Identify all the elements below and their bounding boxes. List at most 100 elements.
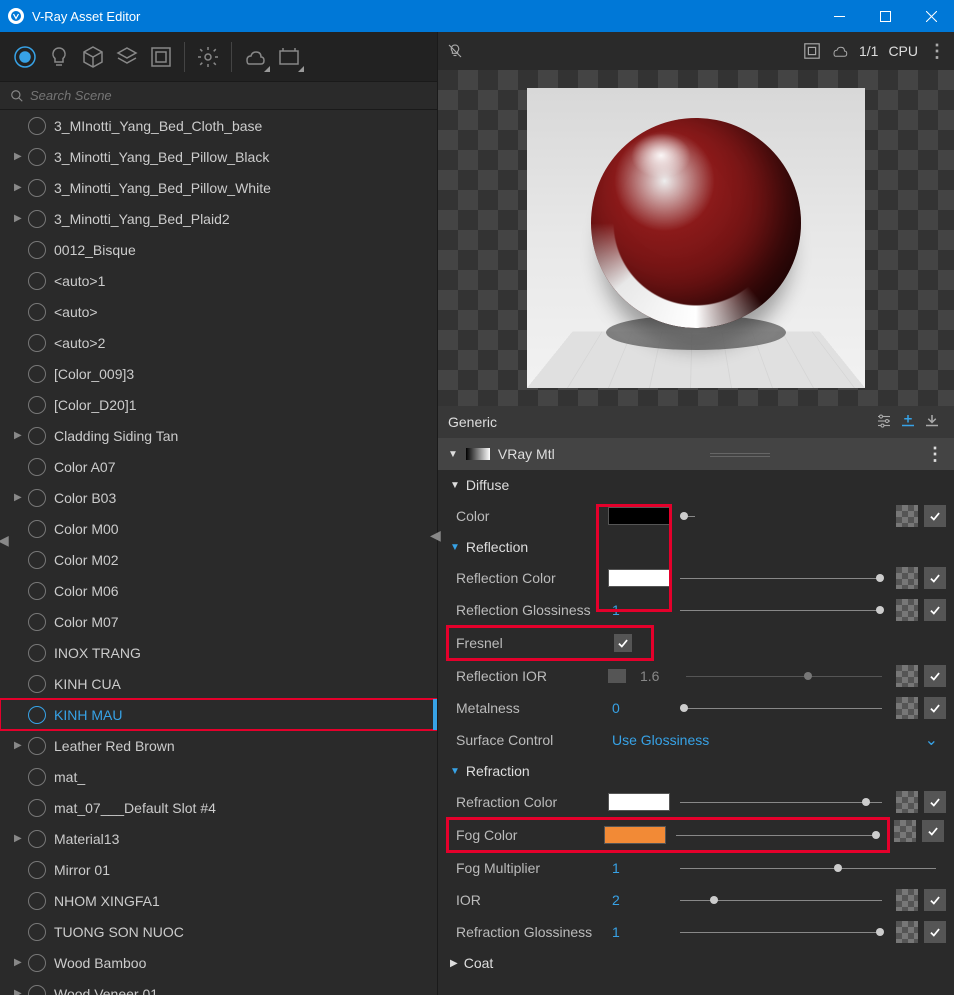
lights-tab[interactable] — [42, 40, 76, 74]
diffuse-slider[interactable] — [680, 507, 882, 525]
list-item[interactable]: ▶<auto>2 — [0, 327, 437, 358]
reflection-color-swatch[interactable] — [608, 569, 670, 587]
refraction-ior-slider[interactable] — [680, 891, 882, 909]
textures-tab[interactable] — [144, 40, 178, 74]
reflection-slider[interactable] — [680, 569, 882, 587]
refraction-color-swatch[interactable] — [608, 793, 670, 811]
search-input[interactable] — [30, 88, 427, 103]
metalness-slider[interactable] — [680, 699, 882, 717]
geometry-tab[interactable] — [76, 40, 110, 74]
sliders-icon[interactable] — [872, 412, 896, 433]
section-refraction[interactable]: ▼Refraction — [444, 756, 946, 786]
refraction-gloss-texture[interactable] — [896, 921, 918, 943]
list-item[interactable]: ▶Leather Red Brown — [0, 730, 437, 761]
reflection-gloss-check[interactable] — [924, 599, 946, 621]
reflection-ior-slider[interactable] — [686, 667, 882, 685]
list-item[interactable]: ▶Material13 — [0, 823, 437, 854]
fog-texture[interactable] — [894, 820, 916, 842]
reflection-ior-texture[interactable] — [896, 665, 918, 687]
chevron-down-icon[interactable]: ⌄ — [925, 730, 938, 750]
list-item[interactable]: ▶Color A07 — [0, 451, 437, 482]
material-list[interactable]: ▶3_MInotti_Yang_Bed_Cloth_base▶3_Minotti… — [0, 110, 437, 995]
reflection-ior-check[interactable] — [924, 665, 946, 687]
fog-mult-value[interactable]: 1 — [608, 860, 670, 876]
fog-check[interactable] — [922, 820, 944, 842]
minimize-button[interactable] — [816, 0, 862, 32]
list-item[interactable]: ▶mat_07___Default Slot #4 — [0, 792, 437, 823]
maximize-button[interactable] — [862, 0, 908, 32]
list-item[interactable]: ▶[Color_009]3 — [0, 358, 437, 389]
list-item[interactable]: ▶3_Minotti_Yang_Bed_Plaid2 — [0, 203, 437, 234]
render-tab[interactable] — [238, 40, 272, 74]
diffuse-check[interactable] — [924, 505, 946, 527]
refraction-ior-value[interactable]: 2 — [608, 892, 670, 908]
refraction-gloss-value[interactable]: 1 — [608, 924, 670, 940]
collapse-left-icon[interactable]: ◀ — [0, 532, 9, 549]
list-item[interactable]: ▶Wood Veneer 01 — [0, 978, 437, 995]
reflection-texture[interactable] — [896, 567, 918, 589]
fog-mult-slider[interactable] — [680, 859, 936, 877]
list-item[interactable]: ▶Wood Bamboo — [0, 947, 437, 978]
list-item[interactable]: ▶NHOM XINGFA1 — [0, 885, 437, 916]
list-item[interactable]: ▶KINH CUA — [0, 668, 437, 699]
list-item[interactable]: ▶Mirror 01 — [0, 854, 437, 885]
settings-tab[interactable] — [191, 40, 225, 74]
list-item[interactable]: ▶TUONG SON NUOC — [0, 916, 437, 947]
add-layer-icon[interactable] — [896, 412, 920, 433]
diffuse-color-swatch[interactable] — [608, 507, 670, 525]
reflection-check[interactable] — [924, 567, 946, 589]
teapot-icon[interactable] — [831, 42, 849, 60]
section-diffuse[interactable]: ▼Diffuse — [444, 470, 946, 500]
close-button[interactable] — [908, 0, 954, 32]
section-reflection[interactable]: ▼Reflection — [444, 532, 946, 562]
list-item[interactable]: ▶3_Minotti_Yang_Bed_Pillow_Black — [0, 141, 437, 172]
list-item[interactable]: ▶INOX TRANG — [0, 637, 437, 668]
surface-control-value[interactable]: Use Glossiness — [608, 732, 917, 748]
list-item[interactable]: ▶KINH MAU — [0, 699, 437, 730]
more-menu-icon[interactable]: ⋮ — [928, 41, 946, 62]
refraction-ior-texture[interactable] — [896, 889, 918, 911]
list-item[interactable]: ▶Color M07 — [0, 606, 437, 637]
list-item[interactable]: ▶Color M00 — [0, 513, 437, 544]
list-item[interactable]: ▶Color B03 — [0, 482, 437, 513]
reflection-gloss-slider[interactable] — [680, 601, 882, 619]
frame-icon[interactable] — [803, 42, 821, 60]
reflection-gloss-value[interactable]: 1 — [608, 602, 670, 618]
list-item[interactable]: ▶<auto>1 — [0, 265, 437, 296]
reflection-gloss-texture[interactable] — [896, 599, 918, 621]
refraction-gloss-check[interactable] — [924, 921, 946, 943]
fog-slider[interactable] — [676, 826, 878, 844]
light-preview-icon[interactable] — [446, 42, 464, 60]
list-item[interactable]: ▶[Color_D20]1 — [0, 389, 437, 420]
list-item[interactable]: ▶3_Minotti_Yang_Bed_Pillow_White — [0, 172, 437, 203]
list-item[interactable]: ▶Color M02 — [0, 544, 437, 575]
list-item[interactable]: ▶Color M06 — [0, 575, 437, 606]
ior-lock-icon[interactable] — [608, 669, 626, 683]
material-header[interactable]: ▼ VRay Mtl ⋮ — [438, 438, 954, 470]
list-item[interactable]: ▶3_MInotti_Yang_Bed_Cloth_base — [0, 110, 437, 141]
layers-tab[interactable] — [110, 40, 144, 74]
section-coat[interactable]: ▶Coat — [444, 948, 946, 978]
metalness-texture[interactable] — [896, 697, 918, 719]
refraction-gloss-slider[interactable] — [680, 923, 882, 941]
save-icon[interactable] — [920, 412, 944, 433]
list-item[interactable]: ▶<auto> — [0, 296, 437, 327]
metalness-value[interactable]: 0 — [608, 700, 670, 716]
material-menu-icon[interactable]: ⋮ — [926, 444, 944, 465]
refraction-slider[interactable] — [680, 793, 882, 811]
refraction-texture[interactable] — [896, 791, 918, 813]
reflection-ior-value[interactable]: 1.6 — [636, 668, 676, 684]
render-mode[interactable]: CPU — [888, 43, 918, 59]
list-item[interactable]: ▶0012_Bisque — [0, 234, 437, 265]
refraction-check[interactable] — [924, 791, 946, 813]
materials-tab[interactable] — [8, 40, 42, 74]
preview-ratio[interactable]: 1/1 — [859, 43, 878, 59]
diffuse-texture[interactable] — [896, 505, 918, 527]
metalness-check[interactable] — [924, 697, 946, 719]
fog-color-swatch[interactable] — [604, 826, 666, 844]
list-item[interactable]: ▶Cladding Siding Tan — [0, 420, 437, 451]
list-item[interactable]: ▶mat_ — [0, 761, 437, 792]
refraction-ior-check[interactable] — [924, 889, 946, 911]
fresnel-check[interactable] — [614, 634, 632, 652]
framebuffer-tab[interactable] — [272, 40, 306, 74]
